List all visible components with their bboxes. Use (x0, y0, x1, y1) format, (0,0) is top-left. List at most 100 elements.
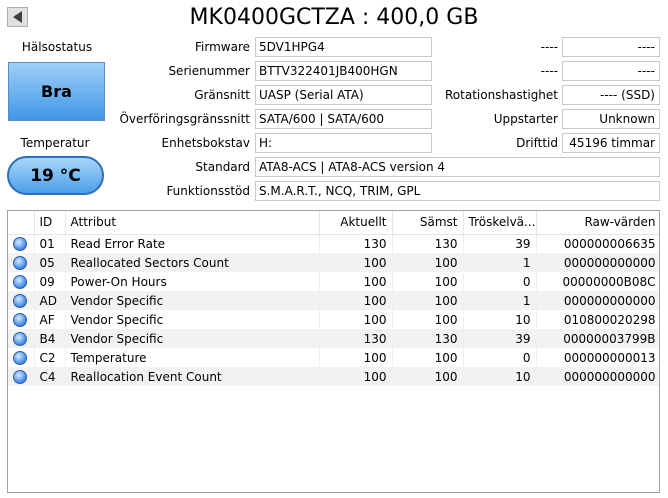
attribute-id: B4 (34, 329, 66, 348)
attribute-current: 100 (319, 272, 393, 291)
attribute-worst: 100 (392, 291, 464, 310)
status-good-icon (13, 293, 27, 308)
status-column-header[interactable] (8, 211, 35, 235)
status-good-icon (13, 350, 27, 365)
table-row[interactable]: 05 Reallocated Sectors Count 100 100 1 0… (8, 253, 659, 272)
serial-value: BTTV322401JB400HGN (255, 61, 432, 81)
status-good-icon (13, 369, 27, 384)
worst-column-header[interactable]: Sämst (392, 211, 464, 235)
attribute-worst: 100 (392, 272, 464, 291)
attribute-name: Power-On Hours (65, 272, 320, 291)
drive-letter-value: H: (255, 133, 432, 153)
status-good-icon (13, 255, 27, 270)
standard-value: ATA8-ACS | ATA8-ACS version 4 (255, 157, 660, 177)
attribute-threshold: 39 (463, 234, 537, 253)
attribute-raw: 000000000000 (536, 367, 659, 386)
smart-table: ID Attribut Aktuellt Sämst Tröskelvä... … (8, 211, 659, 386)
attribute-column-header[interactable]: Attribut (65, 211, 320, 235)
power-on-hours-label: Drifttid (516, 136, 558, 150)
drive-letter-label: Enhetsbokstav (161, 136, 250, 150)
rotation-rate-value: ---- (SSD) (562, 85, 660, 105)
transfer-mode-label: Överföringsgränssnitt (119, 112, 250, 126)
table-row[interactable]: B4 Vendor Specific 130 130 39 0000000379… (8, 329, 659, 348)
temperature-badge[interactable]: 19 °C (7, 156, 104, 195)
table-header-row: ID Attribut Aktuellt Sämst Tröskelvä... … (8, 211, 659, 235)
status-good-icon (13, 312, 27, 327)
status-good-icon (13, 331, 27, 346)
attribute-worst: 100 (392, 367, 464, 386)
attribute-threshold: 1 (463, 253, 537, 272)
table-row[interactable]: AD Vendor Specific 100 100 1 00000000000… (8, 291, 659, 310)
power-on-count-value: Unknown (562, 109, 660, 129)
attribute-raw: 000000006635 (536, 234, 659, 253)
attribute-id: C4 (34, 367, 66, 386)
blank-value-2: ---- (562, 61, 660, 81)
serial-label: Serienummer (168, 64, 250, 78)
attribute-id: AF (34, 310, 66, 329)
attribute-threshold: 39 (463, 329, 537, 348)
firmware-label: Firmware (195, 40, 250, 54)
standard-label: Standard (195, 160, 250, 174)
threshold-column-header[interactable]: Tröskelvä... (463, 211, 537, 235)
attribute-id: 01 (34, 234, 66, 253)
attribute-current: 100 (319, 367, 393, 386)
raw-values-column-header[interactable]: Raw-värden (536, 211, 659, 235)
attribute-name: Vendor Specific (65, 329, 320, 348)
features-value: S.M.A.R.T., NCQ, TRIM, GPL (255, 181, 660, 201)
disk-title: MK0400GCTZA : 400,0 GB (189, 5, 479, 30)
attribute-current: 100 (319, 253, 393, 272)
attribute-current: 100 (319, 310, 393, 329)
table-row[interactable]: C2 Temperature 100 100 0 000000000013 (8, 348, 659, 367)
attribute-id: 09 (34, 272, 66, 291)
attribute-current: 100 (319, 348, 393, 367)
transfer-mode-value: SATA/600 | SATA/600 (255, 109, 432, 129)
attribute-worst: 100 (392, 310, 464, 329)
attribute-raw: 00000003799B (536, 329, 659, 348)
table-row[interactable]: C4 Reallocation Event Count 100 100 10 0… (8, 367, 659, 386)
features-label: Funktionsstöd (166, 184, 250, 198)
attribute-name: Reallocation Event Count (65, 367, 320, 386)
current-column-header[interactable]: Aktuellt (319, 211, 393, 235)
attribute-name: Read Error Rate (65, 234, 320, 253)
attribute-name: Vendor Specific (65, 291, 320, 310)
id-column-header[interactable]: ID (34, 211, 66, 235)
attribute-worst: 100 (392, 348, 464, 367)
firmware-value: 5DV1HPG4 (255, 37, 432, 57)
power-on-hours-value: 45196 timmar (562, 133, 660, 153)
attribute-raw: 000000000013 (536, 348, 659, 367)
attribute-worst: 100 (392, 253, 464, 272)
attribute-threshold: 10 (463, 310, 537, 329)
attribute-current: 100 (319, 291, 393, 310)
health-status-badge[interactable]: Bra (8, 62, 105, 121)
blank-value-1: ---- (562, 37, 660, 57)
attribute-name: Reallocated Sectors Count (65, 253, 320, 272)
status-good-icon (13, 274, 27, 289)
blank-label-1: ---- (540, 40, 558, 54)
attribute-threshold: 10 (463, 367, 537, 386)
attribute-id: 05 (34, 253, 66, 272)
attribute-raw: 000000000000 (536, 253, 659, 272)
attribute-raw: 000000000000 (536, 291, 659, 310)
attribute-threshold: 0 (463, 272, 537, 291)
attribute-worst: 130 (392, 234, 464, 253)
attribute-current: 130 (319, 329, 393, 348)
attribute-current: 130 (319, 234, 393, 253)
interface-label: Gränsnitt (194, 88, 250, 102)
attribute-name: Temperature (65, 348, 320, 367)
attribute-name: Vendor Specific (65, 310, 320, 329)
temperature-label: Temperatur (20, 136, 90, 150)
status-good-icon (13, 237, 27, 251)
attribute-raw: 010800020298 (536, 310, 659, 329)
smart-attributes-table[interactable]: ID Attribut Aktuellt Sämst Tröskelvä... … (7, 210, 660, 493)
power-on-count-label: Uppstarter (493, 112, 558, 126)
table-row[interactable]: AF Vendor Specific 100 100 10 0108000202… (8, 310, 659, 329)
blank-label-2: ---- (540, 64, 558, 78)
attribute-raw: 00000000B08C (536, 272, 659, 291)
attribute-worst: 130 (392, 329, 464, 348)
rotation-rate-label: Rotationshastighet (445, 88, 558, 102)
table-row[interactable]: 01 Read Error Rate 130 130 39 0000000066… (8, 234, 659, 253)
attribute-id: C2 (34, 348, 66, 367)
health-status-label: Hälsostatus (21, 40, 93, 54)
table-row[interactable]: 09 Power-On Hours 100 100 0 00000000B08C (8, 272, 659, 291)
interface-value: UASP (Serial ATA) (255, 85, 432, 105)
